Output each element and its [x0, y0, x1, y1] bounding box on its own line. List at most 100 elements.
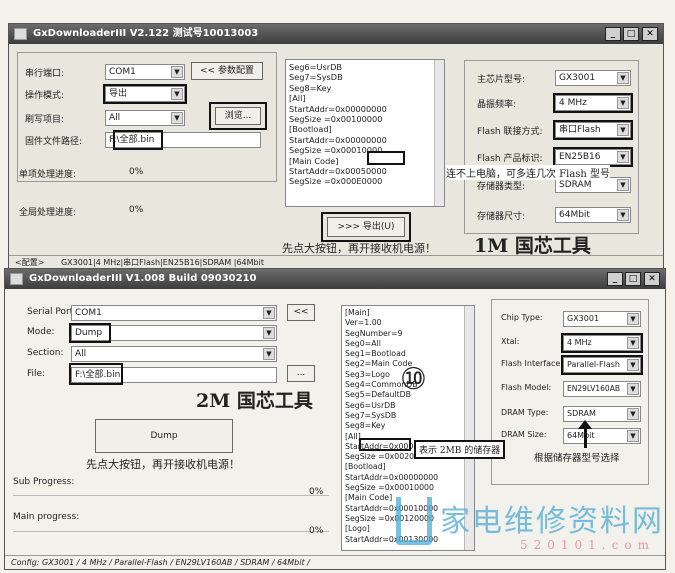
w2-main-progress-value: 0%: [309, 526, 324, 536]
w2-flash-model-label: Flash Model:: [501, 383, 552, 392]
w1-flash-conn-select[interactable]: 串口Flash ▼: [555, 122, 631, 138]
arrow-icon: [584, 426, 587, 448]
w1-file-input[interactable]: F:\全部.bin: [105, 132, 261, 148]
window-1m-title: GxDownloaderIII V2.122 测试号10013003: [33, 28, 259, 39]
window-2m-titlebar: GxDownloaderIII V1.008 Build 09030210 _ …: [5, 269, 665, 289]
chevron-down-icon: ▼: [617, 72, 629, 84]
w1-chip-value: GX3001: [559, 73, 596, 83]
w2-mode-value: Dump: [75, 328, 103, 338]
list-line: Seg8=Key: [289, 82, 332, 93]
w2-section-label: Section:: [27, 348, 64, 358]
minimize-button[interactable]: _: [605, 27, 621, 41]
w2-chip-select[interactable]: GX3001 ▼: [563, 311, 641, 327]
w2-file-input[interactable]: F:\全部.bin: [71, 367, 277, 383]
w2-dram-type-label: DRAM Type:: [501, 408, 549, 417]
w1-chip-select[interactable]: GX3001 ▼: [555, 70, 631, 86]
list-line: [Main Code]: [289, 155, 339, 166]
w2-browse-button[interactable]: ...: [287, 365, 315, 382]
w2-chip-label: Chip Type:: [501, 313, 543, 322]
w2-statusbar: Config: GX3001 / 4 MHz / Parallel-Flash …: [5, 555, 665, 569]
w2-flash-if-select[interactable]: Parallel-Flash ▼: [563, 357, 641, 373]
list-line: Seg1=Bootload: [345, 349, 406, 359]
list-line: StartAddr=0x00000000: [345, 472, 439, 482]
w1-chip-label: 主芯片型号:: [477, 75, 526, 85]
w2-xtal-value: 4 MHz: [567, 338, 592, 347]
w2-sub-progress-value: 0%: [309, 487, 324, 497]
list-line: Seg6=UsrDB: [345, 400, 396, 410]
w2-main-progress-label: Main progress:: [13, 512, 80, 522]
list-line: SegSize =0x00010000: [289, 145, 383, 156]
chevron-down-icon: ▼: [263, 327, 275, 339]
chevron-down-icon: ▼: [171, 112, 183, 124]
note-press-first-2: 先点大按钮，再开接收机电源！: [86, 458, 240, 471]
w2-collapse-button[interactable]: <<: [287, 304, 315, 321]
w2-dram-size-select[interactable]: 64Mbit ▼: [563, 428, 641, 444]
maximize-button[interactable]: □: [625, 272, 641, 286]
list-line: SegSize =0x000E0000: [289, 176, 383, 187]
w2-section-select[interactable]: All ▼: [71, 346, 277, 362]
list-line: [All]: [289, 93, 306, 104]
minimize-button[interactable]: _: [607, 272, 623, 286]
w1-flash-conn-value: 串口Flash: [559, 125, 601, 135]
w1-file-label: 固件文件路径:: [25, 137, 83, 147]
chevron-down-icon: ▼: [617, 179, 629, 191]
list-line: StartAddr=0x00050000: [289, 166, 387, 177]
w2-sub-progress-bar: [13, 495, 329, 496]
chevron-down-icon: ▼: [627, 337, 639, 349]
chevron-down-icon: ▼: [627, 313, 639, 325]
w1-param-config-button[interactable]: << 参数配置: [191, 62, 263, 80]
chevron-down-icon: ▼: [627, 430, 639, 442]
w1-port-label: 串行端口:: [25, 69, 65, 79]
w1-flash-id-label: Flash 产品标识:: [477, 154, 543, 164]
note-circle-num: ⑩: [400, 362, 427, 397]
w2-file-value: F:\全部.bin: [75, 370, 121, 380]
w1-list-scrollbar[interactable]: [434, 60, 444, 206]
w2-flash-if-value: Parallel-Flash: [567, 360, 620, 369]
w2-flash-model-value: EN29LV160AB: [567, 384, 620, 393]
w1-burn-value: All: [109, 113, 121, 123]
w2-section-value: All: [75, 349, 87, 359]
list-line: [Bootload]: [289, 124, 332, 135]
w1-browse-button[interactable]: 浏览...: [215, 107, 261, 125]
w2-file-label: File:: [27, 369, 46, 379]
w1-mem-type-label: 存储器类型:: [477, 182, 526, 192]
w1-export-button[interactable]: >>> 导出(U): [327, 217, 405, 237]
w1-freq-select[interactable]: 4 MHz ▼: [555, 95, 631, 111]
note-mem-2mb: 表示 2MB 的储存器: [414, 440, 506, 459]
chevron-down-icon: ▼: [263, 307, 275, 319]
maximize-button[interactable]: □: [623, 27, 639, 41]
w2-dram-type-select[interactable]: SDRAM ▼: [563, 406, 641, 422]
w2-dram-size-value: 64Mbit: [567, 431, 595, 440]
w2-mode-select[interactable]: Dump ▼: [71, 325, 277, 341]
w1-burn-select[interactable]: All ▼: [105, 110, 185, 126]
w2-mode-label: Mode:: [27, 327, 55, 337]
w2-dump-button[interactable]: Dump: [95, 419, 233, 453]
list-line: [Bootload]: [345, 462, 386, 472]
chevron-down-icon: ▼: [171, 66, 183, 78]
note-press-first-1: 先点大按钮，再开接收机电源！: [282, 242, 436, 255]
w2-flash-if-label: Flash Interface:: [501, 359, 564, 368]
w1-ini-listbox[interactable]: Seg6=UsrDB Seg7=SysDB Seg8=Key [All] StartAd…: [285, 59, 445, 207]
w1-mem-type-value: SDRAM: [559, 180, 592, 190]
w1-flash-id-select[interactable]: EN25B16 ▼: [555, 149, 631, 165]
w1-status-text: GX3001|4 MHz|串口Flash|EN25B16|SDRAM |64Mb…: [60, 258, 264, 267]
arrow-head-icon: [578, 420, 592, 429]
w2-xtal-select[interactable]: 4 MHz ▼: [563, 335, 641, 351]
w1-total-progress-value: 0%: [129, 205, 144, 215]
w1-flash-id-value: EN25B16: [559, 152, 601, 162]
list-line: Seg8=Key: [345, 421, 386, 431]
w1-mem-size-select[interactable]: 64Mbit ▼: [555, 207, 631, 223]
w2-port-select[interactable]: COM1 ▼: [71, 305, 277, 321]
w1-freq-value: 4 MHz: [559, 98, 587, 108]
close-button[interactable]: ✕: [644, 272, 660, 286]
w2-status-text: Config: GX3001 / 4 MHz / Parallel-Flash …: [11, 558, 310, 567]
chevron-down-icon: ▼: [617, 151, 629, 163]
note-connect-hint: 连不上电脑，可多连几次 Flash 型号: [446, 165, 611, 180]
w1-port-select[interactable]: COM1 ▼: [105, 64, 185, 80]
w2-flash-model-select[interactable]: EN29LV160AB ▼: [563, 381, 641, 397]
close-button[interactable]: ✕: [642, 27, 658, 41]
chevron-down-icon: ▼: [627, 383, 639, 395]
w1-mode-select[interactable]: 导出 ▼: [105, 86, 185, 102]
list-line: Seg6=UsrDB: [289, 62, 343, 72]
list-line: SegNumber=9: [345, 328, 403, 338]
